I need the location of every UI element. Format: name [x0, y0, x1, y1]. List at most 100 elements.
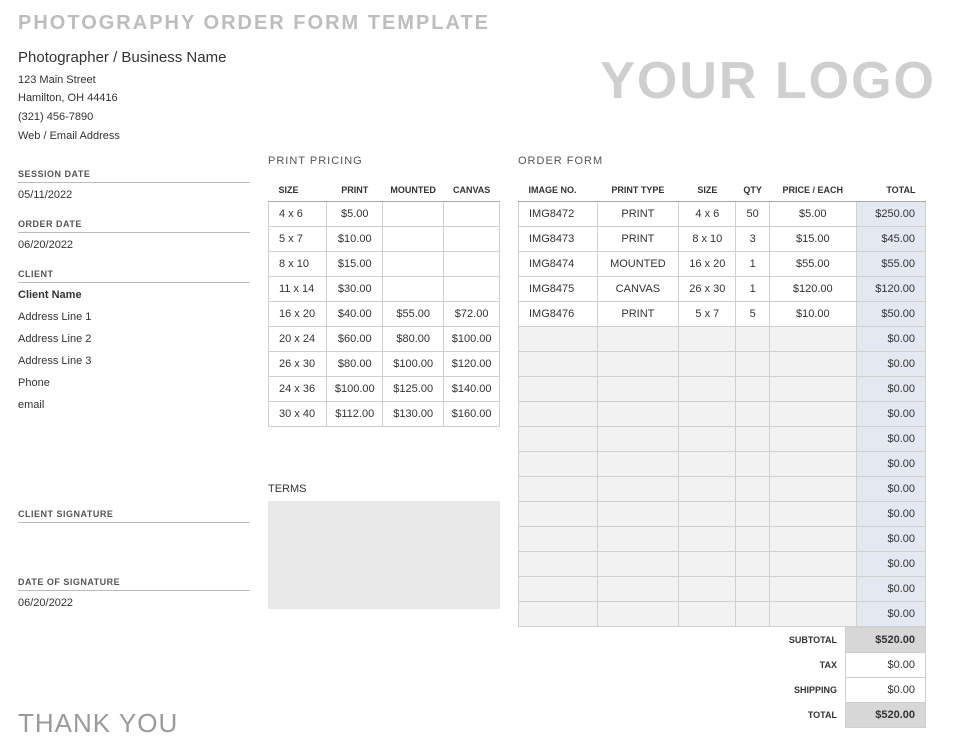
pricing-cell-print: $5.00: [327, 202, 383, 227]
order-cell-type: MOUNTED: [597, 252, 679, 277]
order-cell-qty: [736, 452, 770, 477]
pricing-row: 20 x 24$60.00$80.00$100.00: [269, 327, 500, 352]
order-cell-type: [597, 502, 679, 527]
pricing-cell-canvas: [444, 227, 500, 252]
order-cell-qty: [736, 327, 770, 352]
order-cell-type: [597, 327, 679, 352]
business-addr1: 123 Main Street: [18, 71, 226, 90]
order-cell-total: $0.00: [856, 452, 925, 477]
order-cell-price: [769, 452, 856, 477]
order-cell-qty: 5: [736, 302, 770, 327]
order-row: IMG8475CANVAS26 x 301$120.00$120.00: [519, 277, 926, 302]
order-cell-total: $0.00: [856, 502, 925, 527]
order-cell-type: PRINT: [597, 227, 679, 252]
order-row: $0.00: [519, 452, 926, 477]
order-cell-price: $15.00: [769, 227, 856, 252]
order-row: $0.00: [519, 527, 926, 552]
order-cell-total: $45.00: [856, 227, 925, 252]
order-cell-size: 16 x 20: [679, 252, 736, 277]
order-cell-type: [597, 552, 679, 577]
pricing-cell-canvas: $160.00: [444, 402, 500, 427]
pricing-cell-mounted: $80.00: [383, 327, 444, 352]
order-cell-qty: [736, 402, 770, 427]
order-cell-img: [519, 327, 598, 352]
order-cell-size: [679, 602, 736, 627]
pricing-cell-mounted: [383, 227, 444, 252]
order-cell-type: PRINT: [597, 302, 679, 327]
order-col-total: TOTAL: [856, 179, 925, 202]
pricing-cell-size: 20 x 24: [269, 327, 327, 352]
order-cell-type: [597, 402, 679, 427]
order-cell-qty: 50: [736, 202, 770, 227]
total-label: TOTAL: [518, 703, 846, 728]
order-cell-type: PRINT: [597, 202, 679, 227]
client-phone: Phone: [18, 371, 250, 393]
order-cell-img: [519, 602, 598, 627]
order-cell-qty: [736, 477, 770, 502]
tax-value: $0.00: [846, 653, 926, 678]
thank-you: THANK YOU: [18, 708, 178, 739]
order-cell-type: CANVAS: [597, 277, 679, 302]
order-cell-type: [597, 602, 679, 627]
pricing-cell-print: $80.00: [327, 352, 383, 377]
client-name: Client Name: [18, 283, 250, 305]
order-cell-qty: [736, 502, 770, 527]
order-cell-img: [519, 477, 598, 502]
order-col-price: PRICE / EACH: [769, 179, 856, 202]
order-cell-price: [769, 377, 856, 402]
pricing-row: 11 x 14$30.00: [269, 277, 500, 302]
order-cell-total: $0.00: [856, 552, 925, 577]
order-cell-size: 26 x 30: [679, 277, 736, 302]
order-cell-total: $0.00: [856, 402, 925, 427]
order-cell-type: [597, 427, 679, 452]
order-cell-price: [769, 477, 856, 502]
pricing-cell-canvas: $140.00: [444, 377, 500, 402]
pricing-cell-canvas: [444, 202, 500, 227]
pricing-table: SIZE PRINT MOUNTED CANVAS 4 x 6$5.005 x …: [268, 179, 500, 427]
pricing-cell-mounted: [383, 202, 444, 227]
order-cell-total: $0.00: [856, 602, 925, 627]
order-cell-total: $120.00: [856, 277, 925, 302]
pricing-cell-mounted: $130.00: [383, 402, 444, 427]
order-row: $0.00: [519, 402, 926, 427]
order-row: $0.00: [519, 427, 926, 452]
order-cell-img: IMG8473: [519, 227, 598, 252]
pricing-row: 4 x 6$5.00: [269, 202, 500, 227]
order-cell-size: [679, 377, 736, 402]
pricing-cell-canvas: $100.00: [444, 327, 500, 352]
business-name: Photographer / Business Name: [18, 45, 226, 71]
order-col-type: PRINT TYPE: [597, 179, 679, 202]
order-cell-price: $5.00: [769, 202, 856, 227]
order-cell-size: [679, 552, 736, 577]
pricing-col-mounted: MOUNTED: [383, 179, 444, 202]
order-cell-price: [769, 602, 856, 627]
order-row: $0.00: [519, 477, 926, 502]
order-cell-size: [679, 452, 736, 477]
order-cell-img: IMG8476: [519, 302, 598, 327]
pricing-row: 26 x 30$80.00$100.00$120.00: [269, 352, 500, 377]
pricing-cell-print: $100.00: [327, 377, 383, 402]
client-email: email: [18, 393, 250, 415]
order-cell-img: [519, 427, 598, 452]
order-cell-qty: [736, 427, 770, 452]
order-summary: SUBTOTAL $520.00 TAX $0.00 SHIPPING $0.0…: [518, 627, 926, 728]
order-cell-price: [769, 502, 856, 527]
order-cell-size: 4 x 6: [679, 202, 736, 227]
date-signature-value: 06/20/2022: [18, 591, 250, 613]
order-cell-img: [519, 352, 598, 377]
pricing-cell-size: 24 x 36: [269, 377, 327, 402]
pricing-cell-size: 26 x 30: [269, 352, 327, 377]
order-row: IMG8476PRINT5 x 75$10.00$50.00: [519, 302, 926, 327]
pricing-row: 5 x 7$10.00: [269, 227, 500, 252]
pricing-cell-mounted: $55.00: [383, 302, 444, 327]
order-row: $0.00: [519, 602, 926, 627]
order-cell-total: $0.00: [856, 377, 925, 402]
pricing-cell-mounted: [383, 252, 444, 277]
pricing-cell-canvas: [444, 277, 500, 302]
pricing-col-print: PRINT: [327, 179, 383, 202]
order-cell-size: 8 x 10: [679, 227, 736, 252]
order-cell-size: [679, 477, 736, 502]
order-cell-size: [679, 402, 736, 427]
session-date-value: 05/11/2022: [18, 183, 250, 205]
pricing-cell-size: 8 x 10: [269, 252, 327, 277]
